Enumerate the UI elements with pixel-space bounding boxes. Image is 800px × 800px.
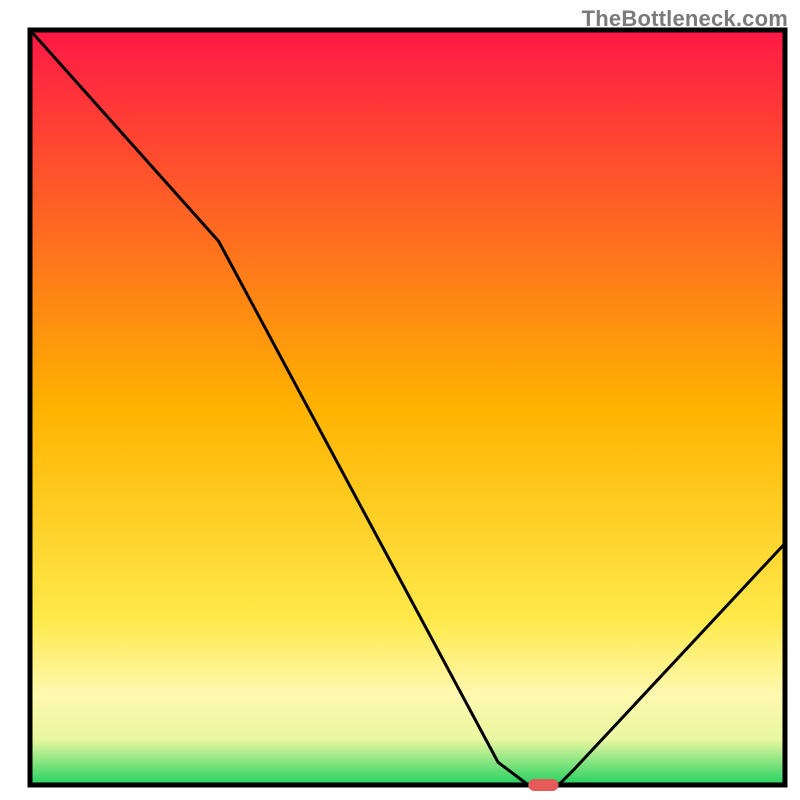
bottleneck-chart xyxy=(0,0,800,800)
plot-background xyxy=(30,30,785,785)
optimal-marker xyxy=(528,779,558,791)
watermark-label: TheBottleneck.com xyxy=(582,6,788,32)
